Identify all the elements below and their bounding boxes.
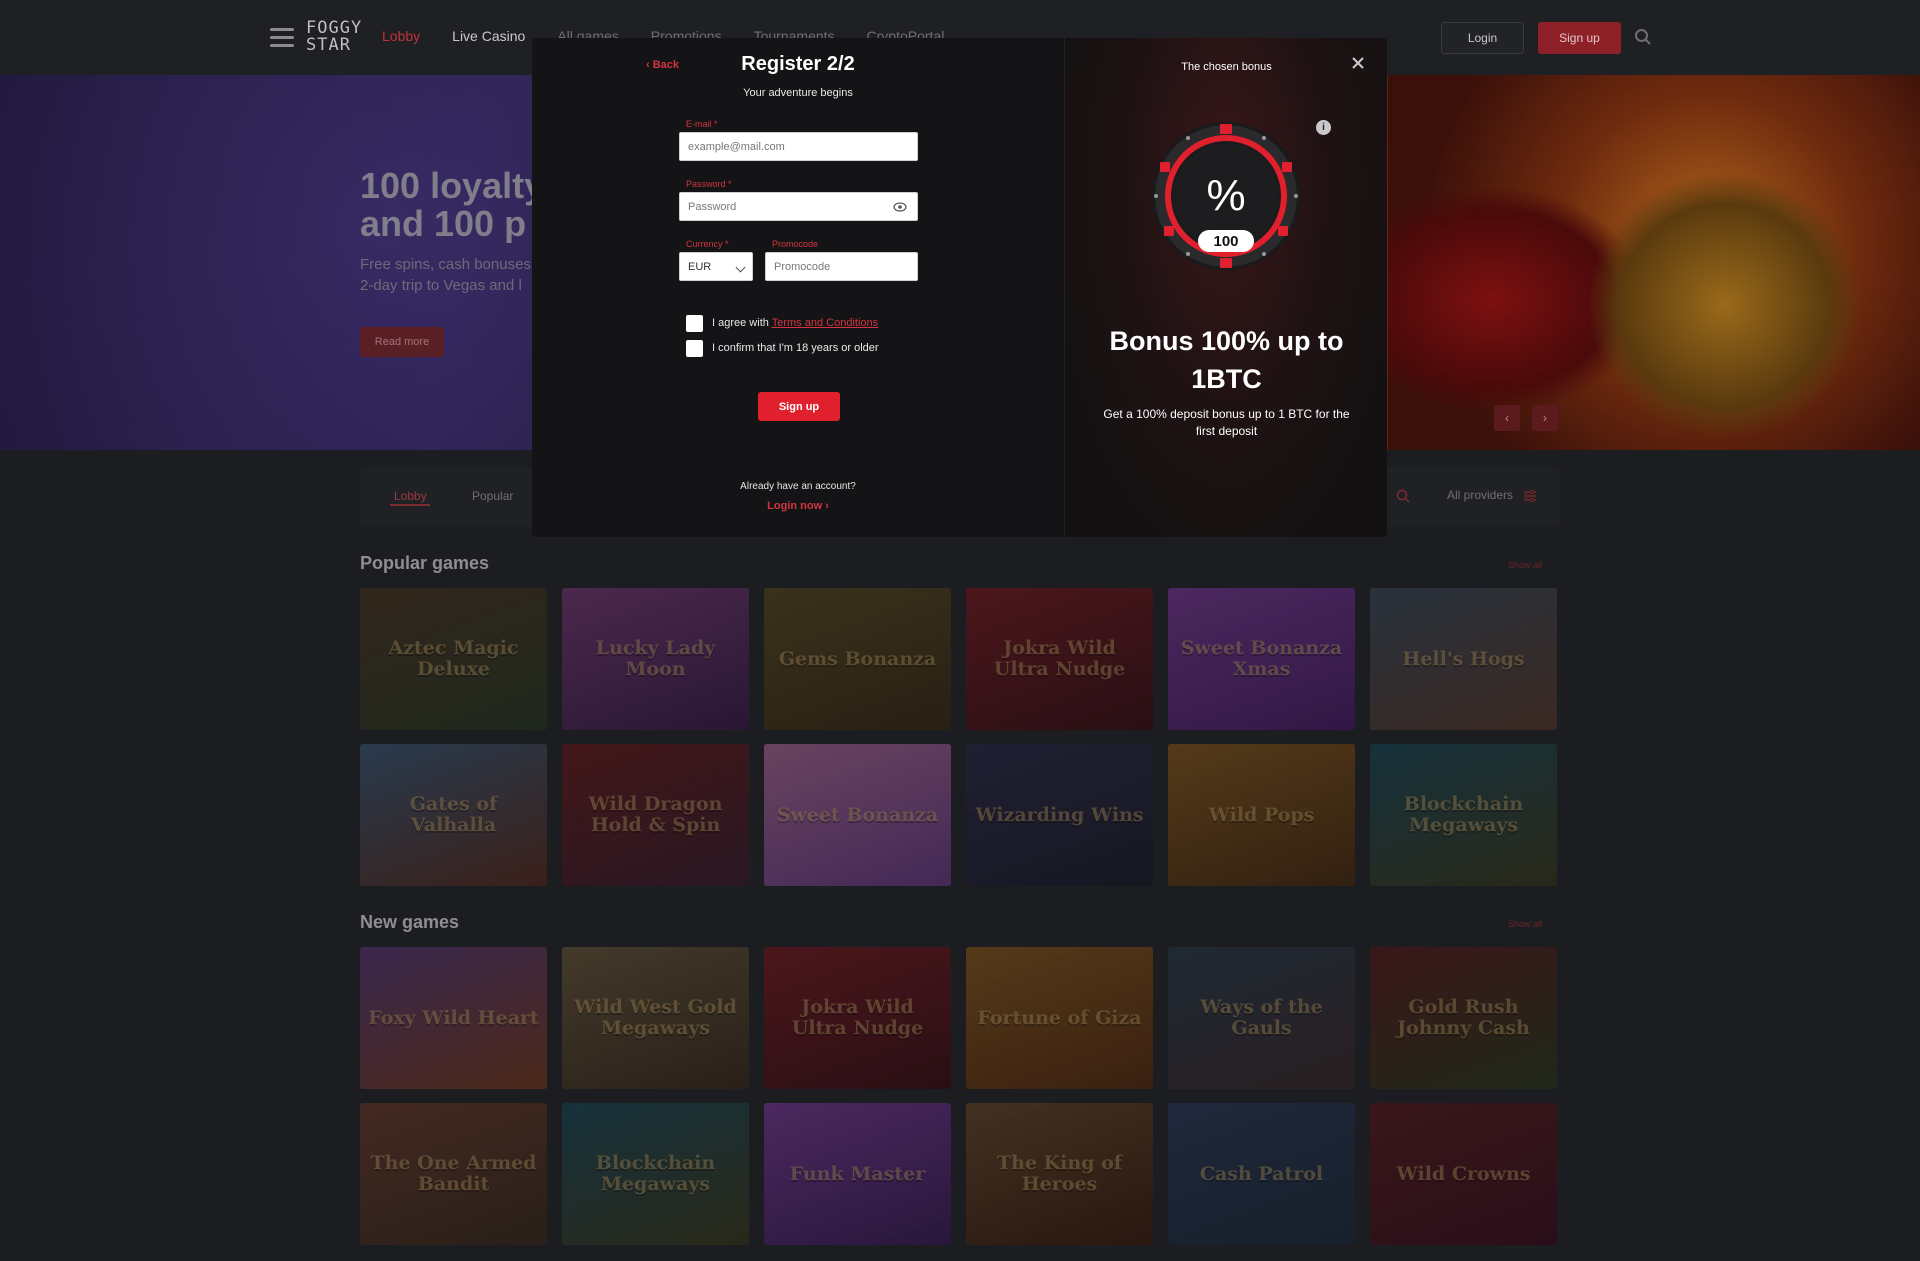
register-modal: ‹ Back Register 2/2 Your adventure begin… [532,38,1387,537]
game-tile[interactable]: Blockchain Megaways [1370,744,1557,886]
age-label: I confirm that I'm 18 years or older [712,342,879,354]
game-tile[interactable]: Gold Rush Johnny Cash [1370,947,1557,1089]
game-tile[interactable]: Gems Bonanza [764,588,951,730]
email-label: E-mail * [686,119,718,129]
game-tile[interactable]: Hell's Hogs [1370,588,1557,730]
currency-select[interactable]: EUR [679,252,753,281]
currency-label: Currency * [686,239,729,249]
nav-lobby[interactable]: Lobby [382,28,420,44]
promocode-label: Promocode [772,239,819,249]
game-search-icon[interactable] [1396,489,1410,503]
age-checkbox[interactable] [686,340,703,357]
bonus-description: Get a 100% deposit bonus up to 1 BTC for… [1103,407,1350,438]
carousel-prev-button[interactable]: ‹ [1494,405,1520,431]
game-tile[interactable]: Jokra Wild Ultra Nudge [764,947,951,1089]
popular-show-all-link[interactable]: Show all [1508,560,1542,570]
providers-filter[interactable]: All providers [1447,488,1513,502]
terms-link[interactable]: Terms and Conditions [772,317,878,329]
tab-popular[interactable]: Popular [472,489,513,503]
game-tile[interactable]: Wild Pops [1168,744,1355,886]
percent-symbol: % [1206,171,1245,220]
game-tile[interactable]: Aztec Magic Deluxe [360,588,547,730]
site-logo[interactable]: FOGGY STAR [306,20,362,54]
info-icon[interactable]: i [1316,120,1331,135]
filter-icon[interactable] [1523,489,1537,503]
game-tile[interactable]: Sweet Bonanza [764,744,951,886]
popular-games-grid: Aztec Magic Deluxe Lucky Lady Moon Gems … [360,588,1562,886]
wheel-value: 100 [1213,233,1238,250]
bonus-title: Bonus 100% up to 1BTC [1109,326,1344,394]
close-icon[interactable] [1350,55,1366,71]
new-show-all-link[interactable]: Show all [1508,919,1542,929]
already-account-text: Already have an account? [740,481,856,492]
game-tile[interactable]: Jokra Wild Ultra Nudge [966,588,1153,730]
signup-button[interactable]: Sign up [758,392,840,421]
search-icon[interactable] [1634,28,1652,46]
page: FOGGY STAR Lobby Live Casino All games Pr… [0,0,1920,1261]
hero-subtitle: Free spins, cash bonuses 2-day trip to V… [360,256,531,294]
read-more-button[interactable]: Read more [360,327,444,357]
active-tab-indicator [390,504,430,506]
game-tile[interactable]: Fortune of Giza [966,947,1153,1089]
game-tile[interactable]: Ways of the Gauls [1168,947,1355,1089]
game-tile[interactable]: Wild Crowns [1370,1103,1557,1245]
password-field[interactable]: Password [679,192,918,221]
new-games-title: New games [360,912,460,932]
terms-label: I agree with Terms and Conditions [712,317,879,329]
game-tile[interactable]: Funk Master [764,1103,951,1245]
bonus-header: The chosen bonus [1181,61,1272,73]
header-login-button[interactable]: Login [1441,22,1524,54]
new-games-grid: Foxy Wild Heart Wild West Gold Megaways … [360,947,1562,1245]
game-tile[interactable]: Sweet Bonanza Xmas [1168,588,1355,730]
chevron-down-icon [735,262,746,273]
eye-icon[interactable] [893,202,907,212]
popular-games-title: Popular games [360,553,490,573]
game-tile[interactable]: The King of Heroes [966,1103,1153,1245]
carousel-next-button[interactable]: › [1532,405,1558,431]
game-tile[interactable]: Wizarding Wins [966,744,1153,886]
menu-icon[interactable] [270,28,294,48]
game-tile[interactable]: Cash Patrol [1168,1103,1355,1245]
game-tile[interactable]: Lucky Lady Moon [562,588,749,730]
nav-live-casino[interactable]: Live Casino [452,28,525,44]
game-tile[interactable]: Foxy Wild Heart [360,947,547,1089]
game-tile[interactable]: Blockchain Megaways [562,1103,749,1245]
promocode-field[interactable]: Promocode [765,252,918,281]
tab-lobby[interactable]: Lobby [394,489,427,503]
bonus-panel: The chosen bonus i % 100 Bonus 100% up t… [1064,38,1387,537]
terms-checkbox[interactable] [686,315,703,332]
register-subtitle: Your adventure begins [743,87,853,99]
register-form-panel: ‹ Back Register 2/2 Your adventure begin… [532,38,1064,537]
hero-title: 100 loyalty and 100 p [360,167,545,243]
game-tile[interactable]: Gates of Valhalla [360,744,547,886]
bonus-wheel-icon: % 100 [1152,122,1300,270]
password-label: Password * [686,179,732,189]
register-title: Register 2/2 [741,53,855,75]
email-field[interactable]: example@mail.com [679,132,918,161]
hero-treasure-image [1590,175,1860,435]
game-tile[interactable]: Wild West Gold Megaways [562,947,749,1089]
header-signup-button[interactable]: Sign up [1538,22,1621,54]
game-tile[interactable]: Wild Dragon Hold & Spin [562,744,749,886]
login-now-link[interactable]: Login now › [532,500,1064,512]
game-tile[interactable]: The One Armed Bandit [360,1103,547,1245]
